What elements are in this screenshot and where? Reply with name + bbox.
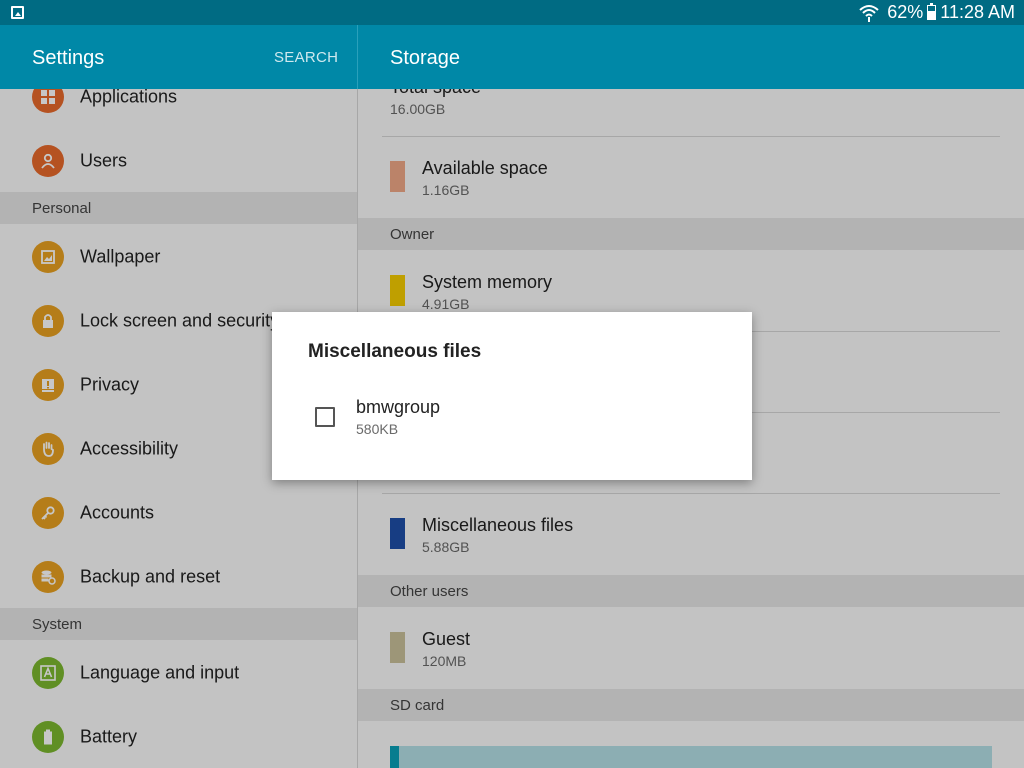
battery-icon	[927, 3, 937, 20]
file-size: 580KB	[356, 421, 399, 437]
battery-percent: 62%	[887, 2, 924, 22]
bmwgroup-checkbox[interactable]	[315, 407, 335, 427]
misc-files-dialog: Miscellaneous files bmwgroup 580KB	[272, 312, 752, 480]
file-name[interactable]: bmwgroup	[356, 397, 440, 418]
app-bar: Settings SEARCH Storage	[0, 25, 1024, 89]
clock: 11:28 AM	[940, 2, 1015, 22]
status-bar: 62% 11:28 AM	[0, 0, 1024, 25]
storage-title: Storage	[390, 47, 461, 69]
appbar-divider	[357, 25, 358, 89]
image-icon	[11, 6, 24, 19]
wifi-icon	[859, 4, 879, 22]
dialog-title: Miscellaneous files	[308, 341, 482, 362]
search-button[interactable]: SEARCH	[274, 49, 338, 66]
settings-title: Settings	[32, 47, 105, 69]
